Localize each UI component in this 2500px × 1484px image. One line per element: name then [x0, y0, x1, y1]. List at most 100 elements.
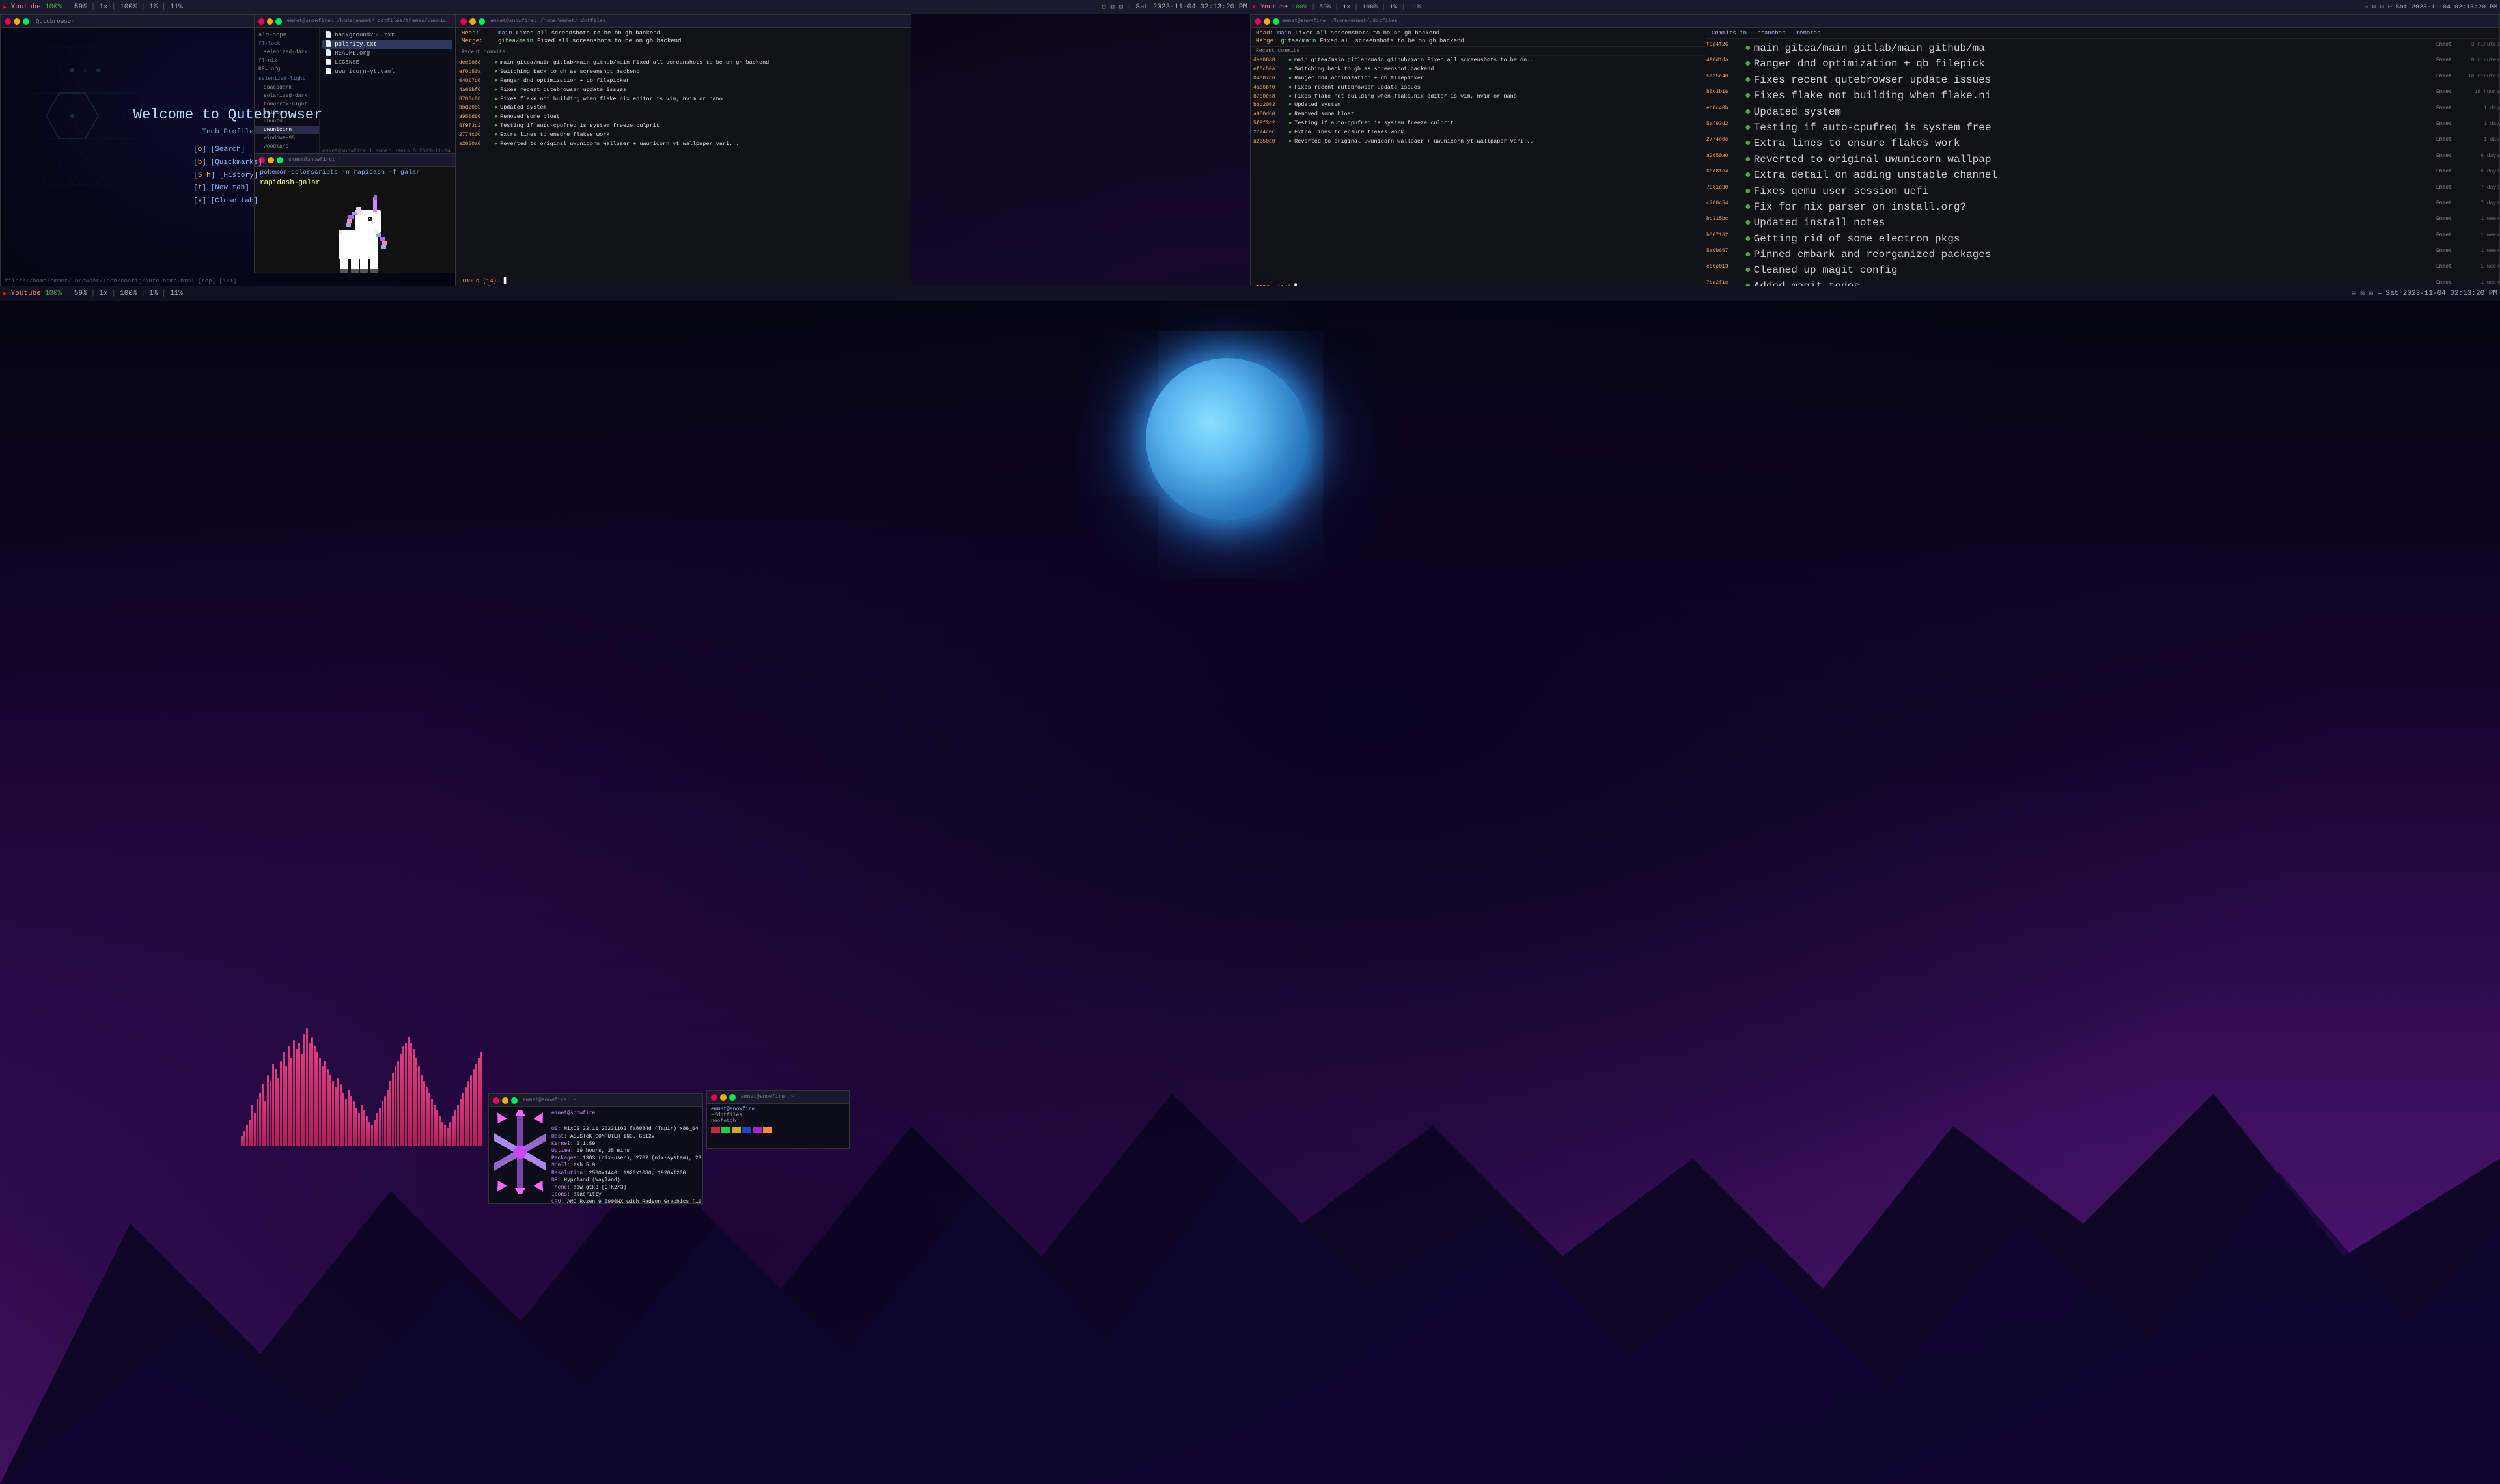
neofetch-info-panel: emmet@snowfire ─────────────── OS: NixOS…	[551, 1110, 703, 1201]
vis-bar	[264, 1101, 266, 1146]
st-max-btn[interactable]	[729, 1094, 736, 1101]
fm-file-bg256[interactable]: 📄 background256.txt	[322, 31, 452, 40]
fm-item-selenized1[interactable]: selenized-dark	[255, 48, 319, 57]
fm-section-flnix: fl-lock	[255, 40, 319, 48]
browser-title: Qutebrowser	[36, 18, 74, 25]
vis-bar	[251, 1105, 253, 1146]
vis-bar	[400, 1054, 402, 1146]
emacs-r-titlebar: emmet@snowfire: /home/emmet/.dotfiles	[1251, 15, 2499, 28]
fm-item-woodland[interactable]: woodland	[255, 143, 319, 151]
taskbar-r-cpu: 59%	[1319, 4, 1331, 11]
vis-bar	[306, 1028, 308, 1146]
menu-history[interactable]: [S h] [History]	[193, 170, 262, 183]
emacs-r-max-btn[interactable]	[1273, 18, 1279, 25]
taskbar-r-sep5: |	[1401, 4, 1405, 11]
menu-newtab[interactable]: [t] [New tab]	[193, 182, 262, 195]
vis-bar	[441, 1122, 443, 1146]
fm-file-license[interactable]: 📄 LICENSE	[322, 58, 452, 67]
nf-min-btn[interactable]	[502, 1097, 508, 1104]
vis-bar	[311, 1037, 313, 1146]
filemanager-titlebar: emmet@snowfire: /home/emmet/.dotfiles/th…	[255, 15, 455, 28]
tb-bottom-mem: 1x	[99, 290, 107, 297]
vis-bar	[288, 1046, 290, 1146]
browser-max-btn[interactable]	[23, 18, 29, 25]
emacs-r-min-btn[interactable]	[1264, 18, 1270, 25]
vis-bar	[447, 1128, 449, 1146]
vis-bar	[324, 1061, 326, 1146]
vis-bar	[314, 1046, 316, 1146]
fm-item-flnix[interactable]: fl-nix	[255, 57, 319, 65]
pokemon-content: pokemon-colorscripts -n rapidash -f gala…	[255, 167, 455, 273]
fm-file-readme[interactable]: 📄 README.org	[322, 49, 452, 58]
vis-bar	[363, 1110, 365, 1146]
taskbar-r-sep2: |	[1335, 4, 1339, 11]
vis-bar	[470, 1075, 472, 1146]
todos-label: TODOs (14)—	[462, 278, 500, 284]
vis-bar	[283, 1052, 285, 1146]
tb-bottom-net: 1%	[149, 290, 158, 297]
menu-quickmarks[interactable]: [b] [Quickmarks]	[193, 157, 262, 170]
vis-bar	[402, 1046, 404, 1146]
emacs-l-close-btn[interactable]	[460, 18, 467, 25]
fm-file-polarity[interactable]: 📄 polarity.txt	[322, 40, 452, 49]
taskbar-r-youtube-label[interactable]: Youtube	[1260, 4, 1288, 11]
menu-closetab[interactable]: [x] [Close tab]	[193, 195, 262, 208]
taskbar-youtube-icon: ▶	[3, 3, 7, 12]
fm-item-reorg[interactable]: RE=.org	[255, 65, 319, 74]
menu-search[interactable]: [o] [Search]	[193, 144, 262, 157]
fm-close-btn[interactable]	[258, 18, 264, 25]
tb-bottom-sep1: |	[66, 290, 70, 297]
nf-max-btn[interactable]	[511, 1097, 518, 1104]
fm-item-solarized[interactable]: solarized-dark	[255, 92, 319, 100]
tb-bottom-youtube-label[interactable]: Youtube	[11, 290, 41, 297]
vis-bar	[348, 1090, 350, 1146]
st-min-btn[interactable]	[720, 1094, 727, 1101]
vis-bar	[322, 1066, 324, 1146]
fm-item-uwunicorn[interactable]: uwunicorn	[255, 126, 319, 134]
browser-min-btn[interactable]	[14, 18, 20, 25]
tb-bottom-sep3: |	[111, 290, 116, 297]
taskbar-sep1: |	[66, 3, 70, 11]
taskbar-bottom: ▶ Youtube 100% | 59% | 1x | 100% | 1% | …	[0, 286, 2500, 301]
vis-bar	[462, 1093, 464, 1146]
taskbar-pct1: 100%	[45, 3, 62, 11]
pokemon-max-btn[interactable]	[277, 157, 283, 163]
emacs-r-title: emmet@snowfire: /home/emmet/.dotfiles	[1282, 18, 1398, 24]
vis-bar	[309, 1043, 311, 1146]
fm-item-ald[interactable]: ald-hope	[255, 31, 319, 40]
vis-bar	[413, 1049, 415, 1146]
filemanager-window: emmet@snowfire: /home/emmet/.dotfiles/th…	[254, 14, 456, 158]
taskbar-youtube-label[interactable]: Youtube	[11, 3, 41, 11]
vis-bar	[301, 1054, 303, 1146]
vis-bar	[280, 1061, 282, 1146]
vis-bar	[293, 1040, 295, 1146]
vis-bar	[353, 1101, 355, 1146]
browser-close-btn[interactable]	[5, 18, 11, 25]
vis-bar	[316, 1052, 318, 1146]
emacs-l-max-btn[interactable]	[479, 18, 485, 25]
vis-bar	[392, 1073, 394, 1146]
fm-title: emmet@snowfire: /home/emmet/.dotfiles/th…	[287, 18, 451, 24]
todo-cursor: ▋	[504, 278, 507, 284]
st-close-btn[interactable]	[711, 1094, 717, 1101]
fm-item-win95[interactable]: windows-95	[255, 134, 319, 143]
fm-file-yaml[interactable]: 📄 uwunicorn-yt.yaml	[322, 67, 452, 76]
small-term-content: emmet@snowfire ~/dotfiles neofetch	[707, 1104, 849, 1136]
fm-item-spacedark[interactable]: spacedark	[255, 83, 319, 92]
vis-bar	[415, 1058, 417, 1146]
fm-max-btn[interactable]	[275, 18, 281, 25]
recent-commits-label: Recent commits	[456, 48, 911, 57]
taskbar-r-icons: ⊟ ⊠ ⊡ ⊢	[2365, 3, 2392, 11]
merge-line: Merge: gitea/main Fixed all screenshots …	[462, 38, 906, 44]
fm-min-btn[interactable]	[267, 18, 273, 25]
st-line2: ~/dotfiles	[711, 1112, 845, 1118]
vis-bar	[465, 1087, 467, 1146]
emacs-r-close-btn[interactable]	[1255, 18, 1261, 25]
emacs-l-min-btn[interactable]	[469, 18, 476, 25]
nf-close-btn[interactable]	[493, 1097, 499, 1104]
taskbar-r-sep1: |	[1311, 4, 1315, 11]
pokemon-min-btn[interactable]	[268, 157, 274, 163]
commit-row-1: dee0888 ● main gitea/main gitlab/main gi…	[456, 59, 911, 68]
commits-header: Commits in --branches --remotes	[1706, 28, 2499, 39]
taskbar-left: ▶ Youtube 100% | 59% | 1x | 100% | 1% | …	[0, 0, 1250, 14]
